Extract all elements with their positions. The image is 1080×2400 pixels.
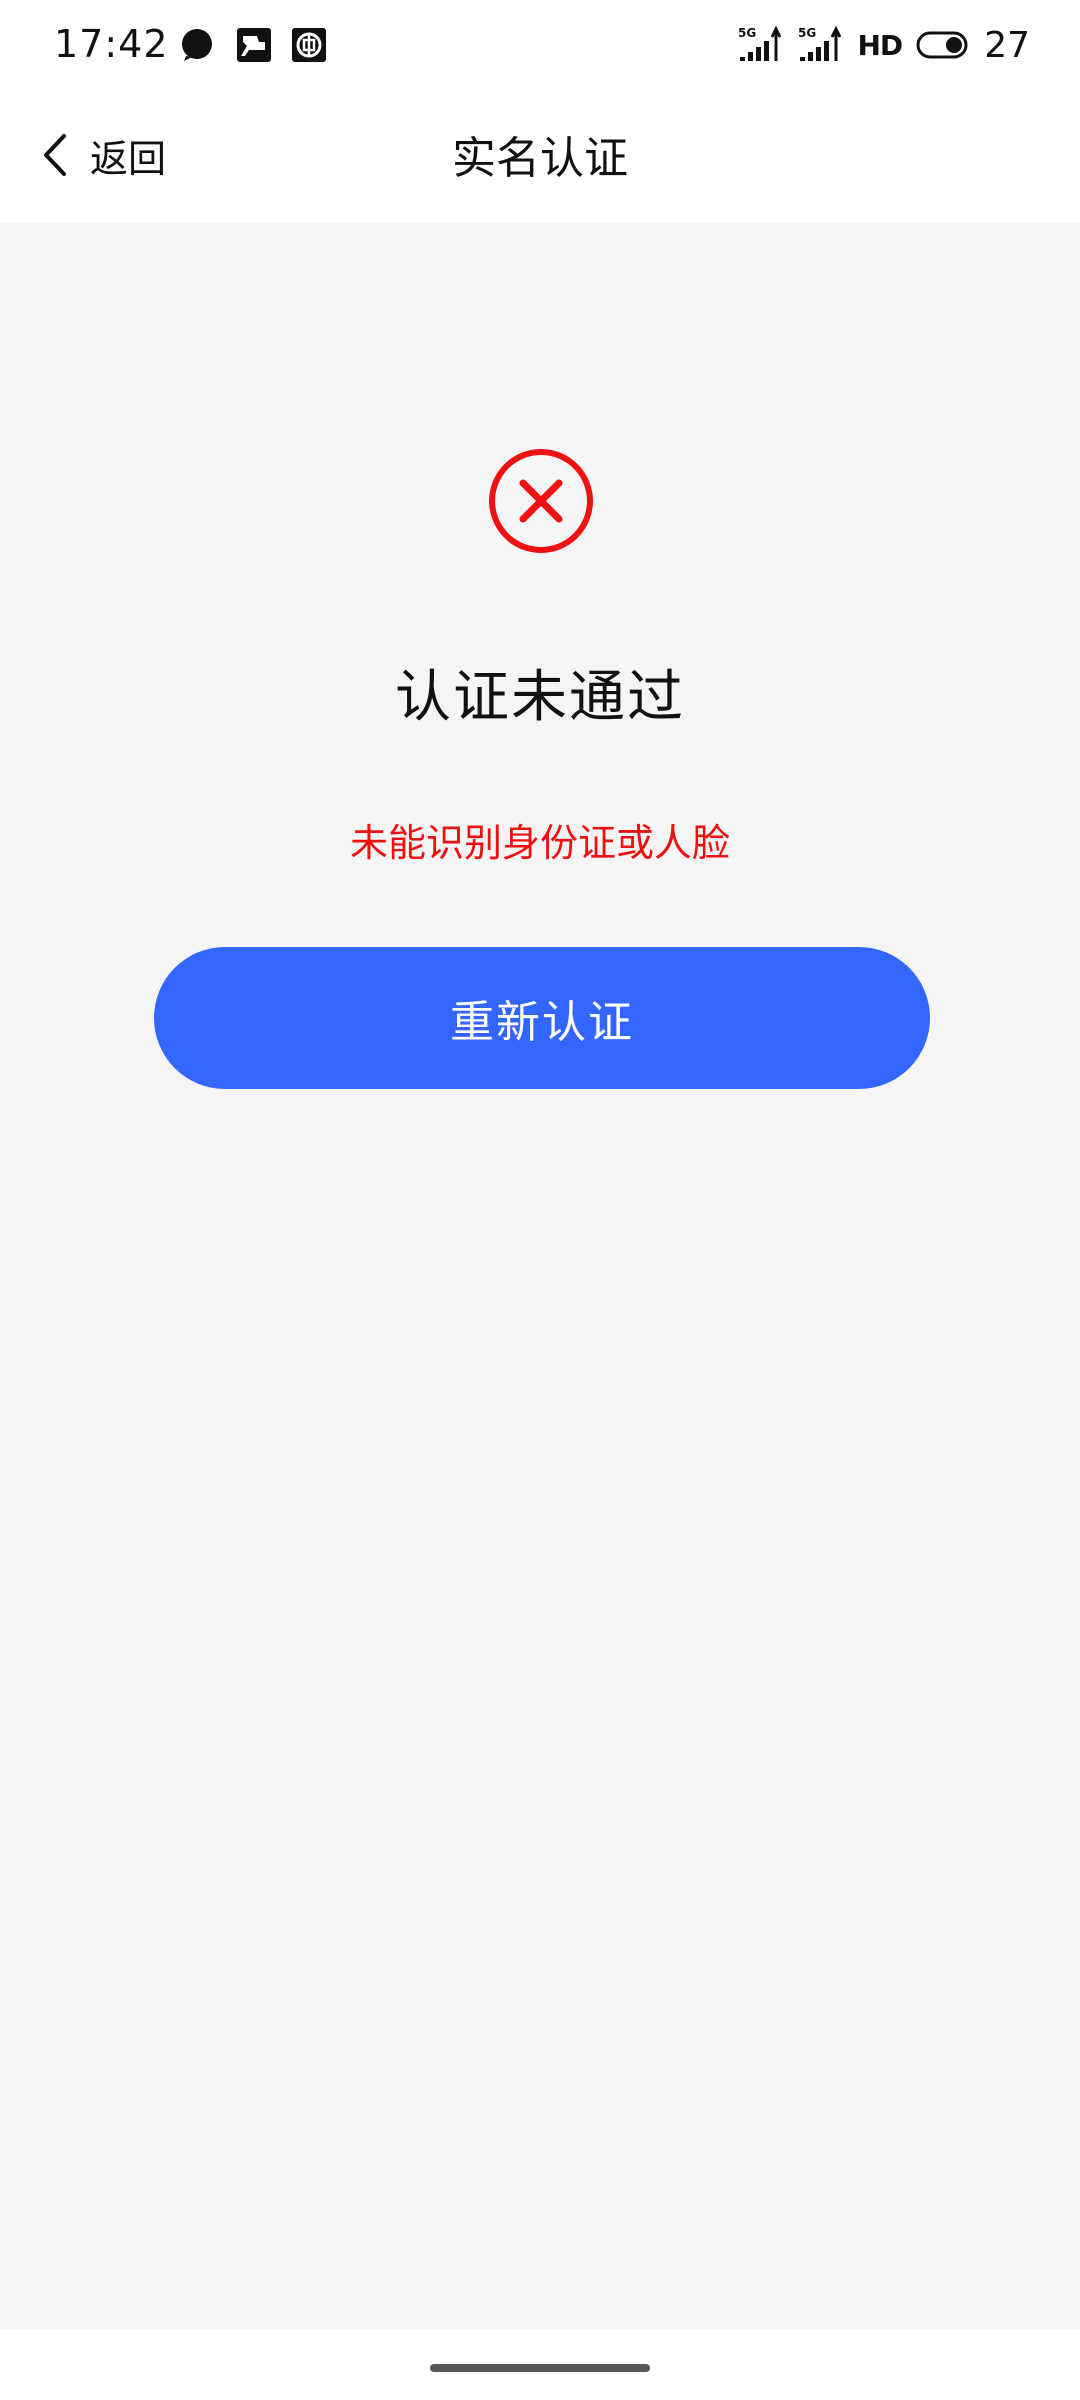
nav-bar: 返回 实名认证 [0,92,1080,222]
retry-verification-button[interactable]: 重新认证 [154,947,930,1089]
bank-app-icon [292,28,326,62]
train-app-icon [237,28,271,62]
error-circle-icon [489,449,593,553]
gesture-bar [0,2330,1080,2400]
home-indicator[interactable] [430,2364,650,2372]
signal-5g-icon: 5G [798,25,841,61]
page-title: 实名认证 [452,133,628,184]
chat-bubble-icon [182,29,212,61]
battery-icon [916,31,968,59]
status-bar: 17:42 5G 5G HD 27 [0,0,1080,92]
battery-level: 27 [984,24,1030,66]
result-content: 认证未通过 未能识别身份证或人脸 重新认证 [0,222,1080,2330]
status-time: 17:42 [54,22,169,66]
status-right: 5G 5G HD 27 [738,22,1031,68]
failure-reason: 未能识别身份证或人脸 [349,821,730,865]
svg-text:5G: 5G [798,26,816,40]
result-title: 认证未通过 [395,665,685,730]
svg-text:5G: 5G [738,26,756,40]
hd-voice-icon: HD [857,28,904,62]
signal-5g-icon: 5G [738,25,781,61]
